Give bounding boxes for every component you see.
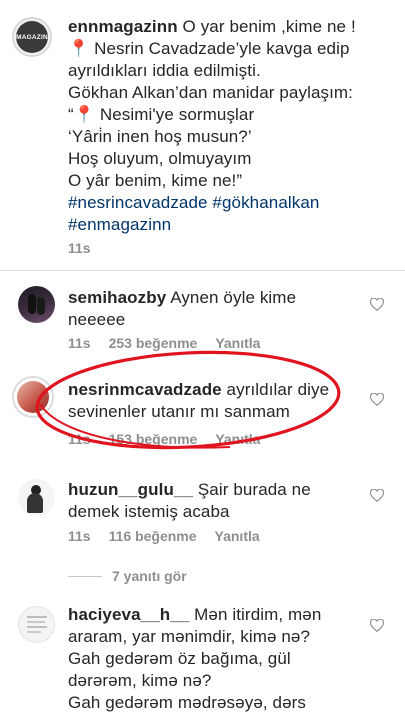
like-heart-icon[interactable] xyxy=(370,298,384,311)
comment-body: demek istemiş acaba xyxy=(68,502,230,521)
comment-text: haciyeva__h__ Mən itirdim, mən araram, y… xyxy=(68,604,368,714)
replies-line xyxy=(68,575,102,577)
comment-body: Gah gedərəm öz bağıma, gül xyxy=(68,649,291,668)
comment-likes[interactable]: 253 beğenme xyxy=(109,335,198,351)
view-replies-label: 7 yanıtı gör xyxy=(112,568,187,584)
comment-body: neeeee xyxy=(68,310,126,329)
like-heart-icon[interactable] xyxy=(370,393,384,406)
comment-avatar[interactable] xyxy=(12,376,54,418)
comment-username[interactable]: haciyeva__h__ xyxy=(68,605,189,624)
comment-username[interactable]: semihaozby xyxy=(68,288,166,307)
comment-time: 11s xyxy=(68,431,91,447)
caption-text: ennmagazinn O yar benim ,kime ne ! 📍 Nes… xyxy=(68,16,398,236)
comment-meta: 11s 253 beğenme Yanıtla xyxy=(68,335,260,351)
reply-button[interactable]: Yanıtla xyxy=(215,528,260,544)
comment-text: nesrinmcavadzade ayrıldılar diye sevinen… xyxy=(68,379,368,423)
comment-time: 11s xyxy=(68,335,91,351)
like-heart-icon[interactable] xyxy=(370,619,384,632)
comment-body: Şair burada ne xyxy=(193,480,311,499)
comment-avatar[interactable] xyxy=(18,479,55,516)
caption-line: O yâr benim, kime ne!” xyxy=(68,171,243,190)
comment-body: araram, yar mənimdir, kimə nə? xyxy=(68,627,311,646)
caption-line: Gökhan Alkan’dan manidar paylaşım: xyxy=(68,83,354,102)
comment-likes[interactable]: 153 beğenme xyxy=(109,431,198,447)
like-heart-icon[interactable] xyxy=(370,489,384,502)
comment-body: sevinenler utanır mı sanmam xyxy=(68,402,290,421)
comment-text: huzun__gulu__ Şair burada ne demek istem… xyxy=(68,479,358,523)
magazin-logo: MAGAZIN xyxy=(16,33,48,41)
hashtags[interactable]: #enmagazinn xyxy=(68,214,398,236)
caption-line: ayrıldıkları iddia edilmişti. xyxy=(68,61,261,80)
caption-line: ‘Yâri̇n inen hoş musun?’ xyxy=(68,127,252,146)
comment-meta: 11s 116 beğenme Yanıtla xyxy=(68,528,260,544)
hashtags[interactable]: #nesrincavadzade #gökhanalkan xyxy=(68,192,398,214)
caption-divider xyxy=(0,270,405,271)
comment-text: semihaozby Aynen öyle kime neeeee xyxy=(68,287,358,331)
comment-body: Aynen öyle kime xyxy=(166,288,297,307)
comment-body: ayrıldılar diye xyxy=(221,380,330,399)
caption-avatar[interactable]: MAGAZIN xyxy=(12,17,52,57)
comment-body: Mən itirdim, mən xyxy=(189,605,322,624)
caption-line: 📍 Nesrin Cavadzade’yle kavga edip xyxy=(68,39,350,58)
view-replies-button[interactable]: 7 yanıtı gör xyxy=(68,568,187,584)
comment-time: 11s xyxy=(68,528,91,544)
comment-meta: 11s 153 beğenme Yanıtla xyxy=(68,431,260,447)
comment-avatar[interactable] xyxy=(18,606,55,643)
comment-likes[interactable]: 116 beğenme xyxy=(109,528,197,544)
caption-line: “📍 Nesimi'ye sormuşlar xyxy=(68,105,255,124)
reply-button[interactable]: Yanıtla xyxy=(215,335,260,351)
caption-line: Hoş oluyum, olmuyayım xyxy=(68,149,252,168)
comment-body: dərərəm, kimə nə? xyxy=(68,671,212,690)
comment-avatar[interactable] xyxy=(18,286,55,323)
comment-username[interactable]: nesrinmcavadzade xyxy=(68,380,222,399)
caption-time: 11s xyxy=(68,240,91,256)
comment-username[interactable]: huzun__gulu__ xyxy=(68,480,193,499)
caption-first-line: O yar benim ,kime ne ! xyxy=(177,17,356,36)
reply-button[interactable]: Yanıtla xyxy=(215,431,260,447)
comment-body: Gah gedərəm mədrəsəyə, dərs xyxy=(68,693,306,712)
caption-username[interactable]: ennmagazinn xyxy=(68,17,178,36)
